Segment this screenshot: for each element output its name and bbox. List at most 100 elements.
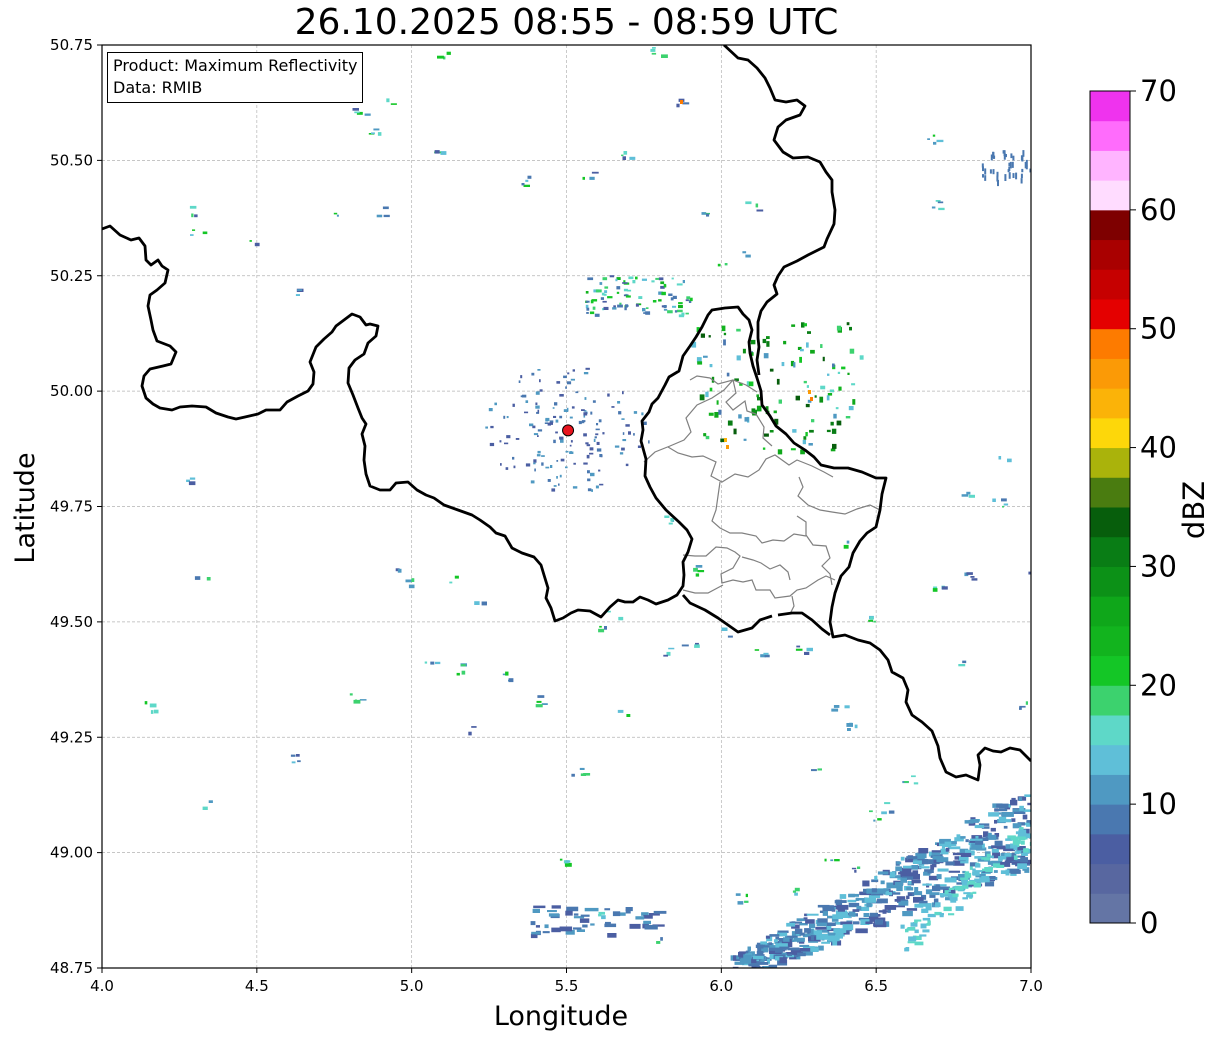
echo-pixel [851, 867, 857, 870]
echo-pixel [676, 309, 683, 313]
echo-pixel [560, 439, 564, 443]
echo-pixel [490, 425, 494, 429]
colorbar-segment [1090, 893, 1130, 924]
echo-pixel [769, 934, 780, 937]
echo-pixel [1011, 797, 1016, 801]
echo-pixel [797, 952, 806, 957]
echo-pixel [849, 893, 859, 897]
echo-pixel [822, 906, 835, 912]
echo-pixel [935, 884, 940, 888]
echo-pixel [836, 420, 842, 426]
echo-pixel [532, 425, 536, 429]
echo-pixel [626, 714, 631, 717]
colorbar-segment [1090, 804, 1130, 835]
echo-pixel [742, 975, 747, 979]
region-boundary [682, 546, 836, 599]
echo-pixel [846, 540, 850, 544]
echo-pixel [594, 436, 597, 439]
echo-pixel [963, 892, 971, 895]
echo-pixel [670, 297, 674, 301]
echo-pixel [762, 338, 767, 344]
echo-pixel [841, 366, 846, 370]
echo-pixel [149, 703, 157, 708]
echo-pixel [776, 378, 780, 385]
echo-pixel [1008, 172, 1011, 179]
echo-pixel [749, 970, 754, 975]
echo-pixel [595, 433, 599, 436]
echo-pixel [752, 971, 759, 977]
echo-pixel [585, 367, 590, 370]
echo-pixel [563, 375, 567, 379]
echo-pixel [1013, 845, 1018, 851]
echo-pixel [644, 925, 658, 930]
echo-pixel [839, 894, 847, 899]
echo-pixel [745, 893, 748, 898]
echo-pixel [672, 305, 677, 308]
echo-pixel [590, 411, 593, 415]
echo-pixel [625, 424, 630, 427]
echo-pixel [668, 647, 675, 650]
echo-pixel [988, 812, 999, 817]
echo-pixel [759, 945, 770, 948]
echo-pixel [525, 400, 529, 403]
echo-pixel [873, 620, 876, 623]
region-boundary [711, 481, 807, 544]
echo-pixel [933, 141, 937, 145]
echo-pixel [612, 911, 621, 917]
echo-pixel [755, 203, 759, 208]
echo-pixel [826, 429, 831, 433]
echo-pixel [525, 179, 529, 182]
echo-pixel [626, 289, 632, 292]
echo-pixel [494, 402, 497, 406]
echo-pixel [587, 488, 592, 492]
echo-pixel [996, 803, 1009, 808]
echo-pixel [863, 913, 870, 917]
echo-pixel [435, 661, 441, 665]
map-gridlines [101, 44, 1032, 969]
echo-pixel [769, 430, 774, 433]
echo-pixel [354, 699, 357, 701]
echo-pixel [843, 544, 849, 549]
echo-pixel [806, 913, 819, 916]
echo-pixel [807, 331, 811, 334]
echo-pixel [607, 933, 617, 938]
echo-pixel [913, 782, 919, 785]
region-boundary [796, 515, 833, 586]
echo-pixel [994, 808, 1008, 812]
radar-echoes [144, 47, 1031, 979]
colorbar-segment [1090, 417, 1130, 449]
echo-pixel [806, 647, 813, 652]
echo-pixel [745, 201, 752, 205]
echo-pixel [817, 768, 822, 771]
echo-pixel [834, 900, 840, 904]
echo-pixel [809, 429, 814, 433]
echo-pixel [733, 428, 737, 435]
echo-pixel [434, 150, 440, 154]
echo-pixel [194, 576, 201, 580]
y-tick-label: 50.75 [50, 36, 93, 54]
echo-pixel [911, 880, 921, 884]
echo-pixel [397, 568, 402, 573]
region-boundary [682, 584, 724, 594]
y-tick-label: 49.00 [50, 844, 93, 862]
echo-pixel [849, 348, 855, 354]
echo-pixel [956, 834, 961, 841]
echo-pixel [625, 909, 631, 914]
echo-pixel [536, 454, 541, 457]
echo-pixel [506, 435, 511, 439]
echo-pixel [297, 289, 302, 291]
echo-pixel [297, 760, 301, 763]
echo-pixel [830, 859, 834, 862]
echo-pixel [914, 919, 918, 924]
echo-pixel [990, 827, 996, 832]
echo-pixel [938, 207, 945, 211]
echo-pixel [896, 861, 902, 865]
echo-pixel [629, 156, 636, 160]
echo-pixel [505, 671, 509, 676]
echo-pixel [1023, 809, 1031, 812]
y-tick-label: 48.75 [50, 959, 93, 977]
echo-pixel [948, 913, 955, 916]
echo-pixel [699, 394, 705, 401]
colorbar-segment [1090, 477, 1130, 508]
echo-pixel [583, 433, 587, 437]
